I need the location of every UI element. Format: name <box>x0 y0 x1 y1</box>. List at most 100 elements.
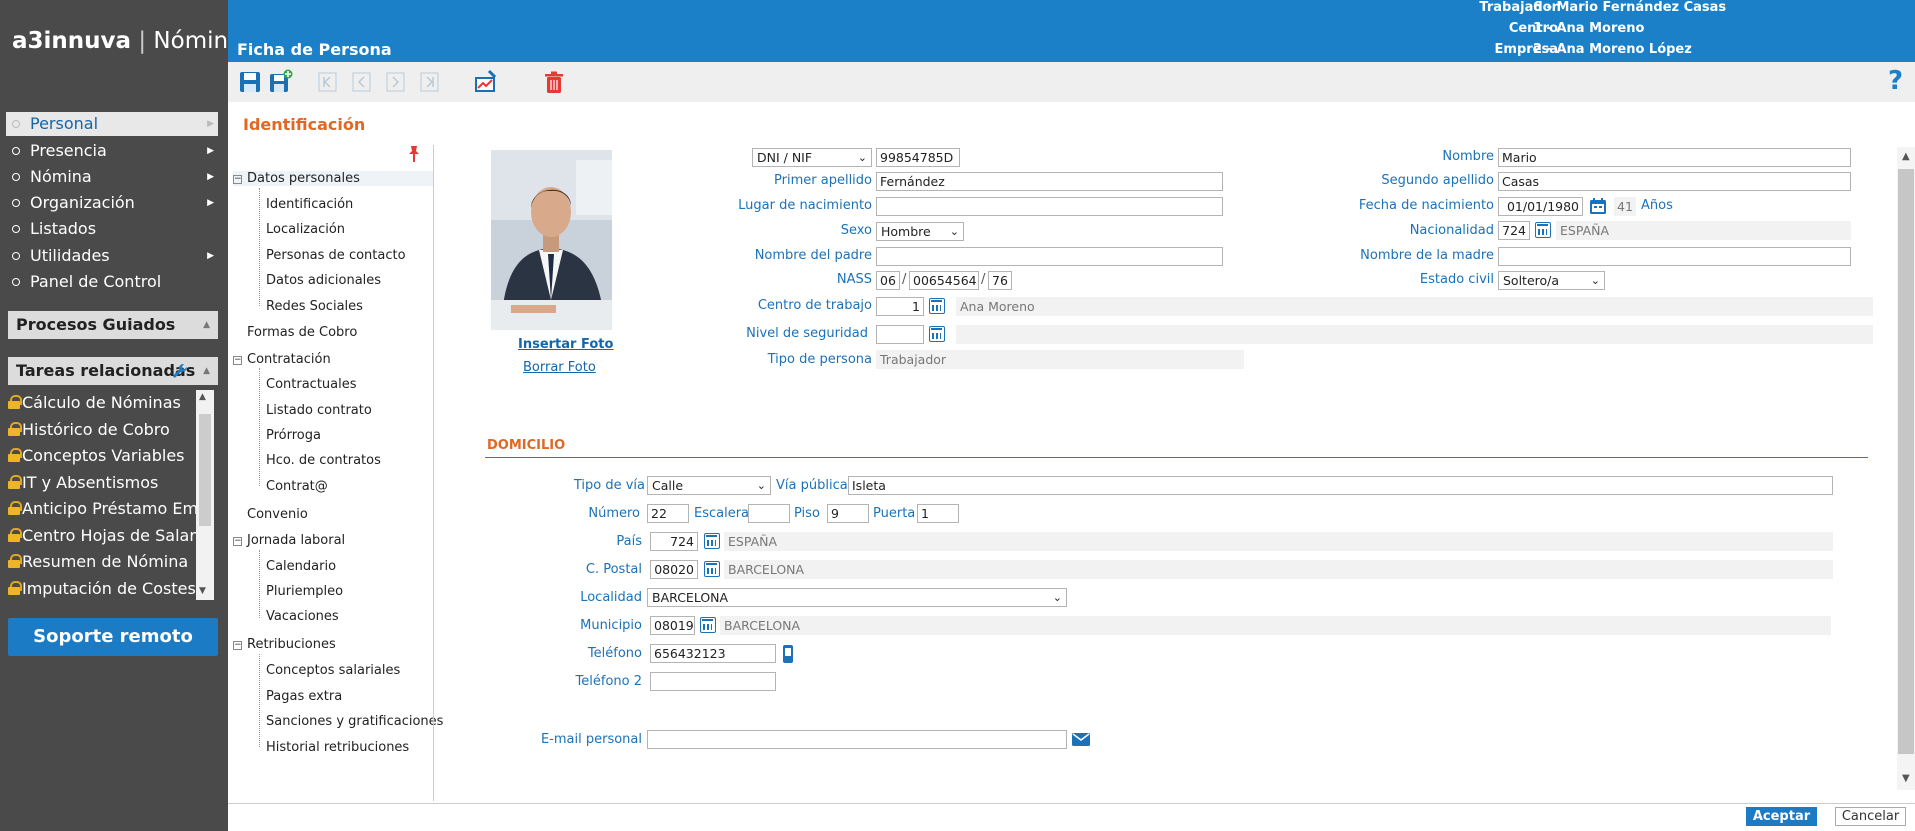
puerta-input[interactable]: 1 <box>917 504 959 523</box>
scroll-down-icon[interactable]: ▼ <box>199 586 206 596</box>
nass-part1-input[interactable]: 06 <box>876 271 900 290</box>
tree-item-redes-sociales[interactable]: Redes Sociales <box>266 299 363 314</box>
municipio-code-input[interactable]: 08019 <box>650 616 695 635</box>
next-record-icon[interactable] <box>382 68 410 96</box>
tree-item-calendario[interactable]: Calendario <box>266 559 336 574</box>
sexo-select[interactable]: Hombre ⌄ <box>876 222 964 241</box>
nav-organizacion[interactable]: Organización ▶ <box>6 191 218 215</box>
tarea-item[interactable]: Centro Hojas de Salario <box>8 523 196 550</box>
tree-item-sanciones[interactable]: Sanciones y gratificaciones <box>266 714 443 729</box>
nav-presencia[interactable]: Presencia ▶ <box>6 139 218 163</box>
via-publica-input[interactable]: Isleta <box>848 476 1833 495</box>
collapse-icon[interactable]: − <box>233 641 242 650</box>
tree-datos-personales[interactable]: − Datos personales <box>233 171 433 186</box>
nivel-seguridad-code-input[interactable] <box>876 325 924 344</box>
nombre-input[interactable]: Mario <box>1498 148 1851 167</box>
tarea-item[interactable]: Conceptos Variables <box>8 443 196 470</box>
doc-number-input[interactable]: 99854785D <box>876 148 960 167</box>
last-record-icon[interactable] <box>416 68 444 96</box>
collapse-icon[interactable]: − <box>233 356 242 365</box>
tarea-item[interactable]: Resumen de Nómina <box>8 549 196 576</box>
nav-panel-control[interactable]: Panel de Control <box>6 270 218 294</box>
calendar-icon[interactable] <box>1589 197 1607 215</box>
help-icon[interactable]: ? <box>1888 66 1903 96</box>
tree-retribuciones[interactable]: − Retribuciones <box>233 637 336 652</box>
tarea-item[interactable]: Cálculo de Nóminas <box>8 390 196 417</box>
estado-civil-select[interactable]: Soltero/a ⌄ <box>1498 271 1605 290</box>
accept-button[interactable]: Aceptar <box>1746 807 1817 826</box>
tree-item-listado-contrato[interactable]: Listado contrato <box>266 403 372 418</box>
delete-icon[interactable] <box>540 68 568 96</box>
fecha-nacimiento-input[interactable]: 01/01/1980 <box>1498 197 1583 216</box>
first-record-icon[interactable] <box>314 68 342 96</box>
save-icon[interactable] <box>236 68 264 96</box>
tree-item-contrata[interactable]: Contrat@ <box>266 479 328 494</box>
nav-listados[interactable]: Listados <box>6 217 218 241</box>
lookup-icon[interactable] <box>704 533 720 549</box>
collapse-icon[interactable]: ▲ <box>203 311 210 339</box>
tree-jornada[interactable]: − Jornada laboral <box>233 533 345 548</box>
lookup-icon[interactable] <box>929 326 945 342</box>
tree-item-hco-contratos[interactable]: Hco. de contratos <box>266 453 381 468</box>
tree-item-datos-adicionales[interactable]: Datos adicionales <box>266 273 381 288</box>
lookup-icon[interactable] <box>704 561 720 577</box>
nass-part3-input[interactable]: 76 <box>988 271 1012 290</box>
tree-item-personas-contacto[interactable]: Personas de contacto <box>266 248 406 263</box>
piso-input[interactable]: 9 <box>827 504 869 523</box>
collapse-icon[interactable]: − <box>233 537 242 546</box>
nav-utilidades[interactable]: Utilidades ▶ <box>6 244 218 268</box>
tree-item-conceptos-salariales[interactable]: Conceptos salariales <box>266 663 400 678</box>
telefono-input[interactable]: 656432123 <box>650 644 776 663</box>
lugar-nacimiento-input[interactable] <box>876 197 1223 216</box>
soporte-remoto-button[interactable]: Soporte remoto <box>8 618 218 656</box>
segundo-apellido-input[interactable]: Casas <box>1498 172 1851 191</box>
procesos-guiados-header[interactable]: Procesos Guiados ▲ <box>8 311 218 339</box>
numero-input[interactable]: 22 <box>647 504 689 523</box>
scrollbar-thumb[interactable] <box>1898 169 1914 754</box>
codigo-postal-input[interactable]: 08020 <box>650 560 698 579</box>
tareas-scrollbar[interactable]: ▲ ▼ <box>196 390 214 600</box>
tree-item-identificacion[interactable]: Identificación <box>266 197 353 212</box>
lookup-icon[interactable] <box>929 298 945 314</box>
scrollbar-thumb[interactable] <box>199 414 211 526</box>
localidad-select[interactable]: BARCELONA ⌄ <box>647 588 1067 607</box>
tree-formas-cobro[interactable]: Formas de Cobro <box>247 325 357 340</box>
phone-icon[interactable] <box>782 644 794 664</box>
report-icon[interactable] <box>472 68 500 96</box>
tipo-via-select[interactable]: Calle ⌄ <box>647 476 771 495</box>
pin-icon[interactable] <box>406 145 422 167</box>
content-scrollbar[interactable]: ▲ ▼ <box>1897 147 1915 790</box>
escalera-input[interactable] <box>748 504 790 523</box>
tree-item-pluriempleo[interactable]: Pluriempleo <box>266 584 343 599</box>
doc-type-select[interactable]: DNI / NIF ⌄ <box>752 148 872 167</box>
tree-item-prorroga[interactable]: Prórroga <box>266 428 321 443</box>
cancel-button[interactable]: Cancelar <box>1835 807 1906 826</box>
nacionalidad-code-input[interactable]: 724 <box>1498 221 1530 240</box>
primer-apellido-input[interactable]: Fernández <box>876 172 1223 191</box>
lookup-icon[interactable] <box>1535 222 1551 238</box>
tareas-header[interactable]: Tareas relacionadas ▲ <box>8 357 218 385</box>
tree-item-vacaciones[interactable]: Vacaciones <box>266 609 339 624</box>
insertar-foto-link[interactable]: Insertar Foto <box>518 337 613 352</box>
email-icon[interactable] <box>1072 733 1090 746</box>
nombre-padre-input[interactable] <box>876 247 1223 266</box>
scroll-down-icon[interactable]: ▼ <box>1902 773 1910 784</box>
tree-item-localizacion[interactable]: Localización <box>266 222 345 237</box>
tarea-item[interactable]: Imputación de Costes <box>8 576 196 603</box>
nass-part2-input[interactable]: 00654564 <box>909 271 979 290</box>
tree-item-contractuales[interactable]: Contractuales <box>266 377 357 392</box>
nav-nomina[interactable]: Nómina ▶ <box>6 165 218 189</box>
tarea-item[interactable]: Histórico de Cobro <box>8 417 196 444</box>
tree-convenio[interactable]: Convenio <box>247 507 308 522</box>
tarea-item[interactable]: IT y Absentismos <box>8 470 196 497</box>
centro-trabajo-code-input[interactable]: 1 <box>876 297 924 316</box>
nombre-madre-input[interactable] <box>1498 247 1851 266</box>
tree-contratacion[interactable]: − Contratación <box>233 352 331 367</box>
borrar-foto-link[interactable]: Borrar Foto <box>523 360 596 375</box>
save-as-icon[interactable] <box>266 68 294 96</box>
collapse-icon[interactable]: − <box>233 175 242 184</box>
wrench-icon[interactable] <box>172 363 188 379</box>
previous-record-icon[interactable] <box>348 68 376 96</box>
collapse-icon[interactable]: ▲ <box>203 357 210 385</box>
tarea-item[interactable]: Anticipo Préstamo Emb <box>8 496 196 523</box>
